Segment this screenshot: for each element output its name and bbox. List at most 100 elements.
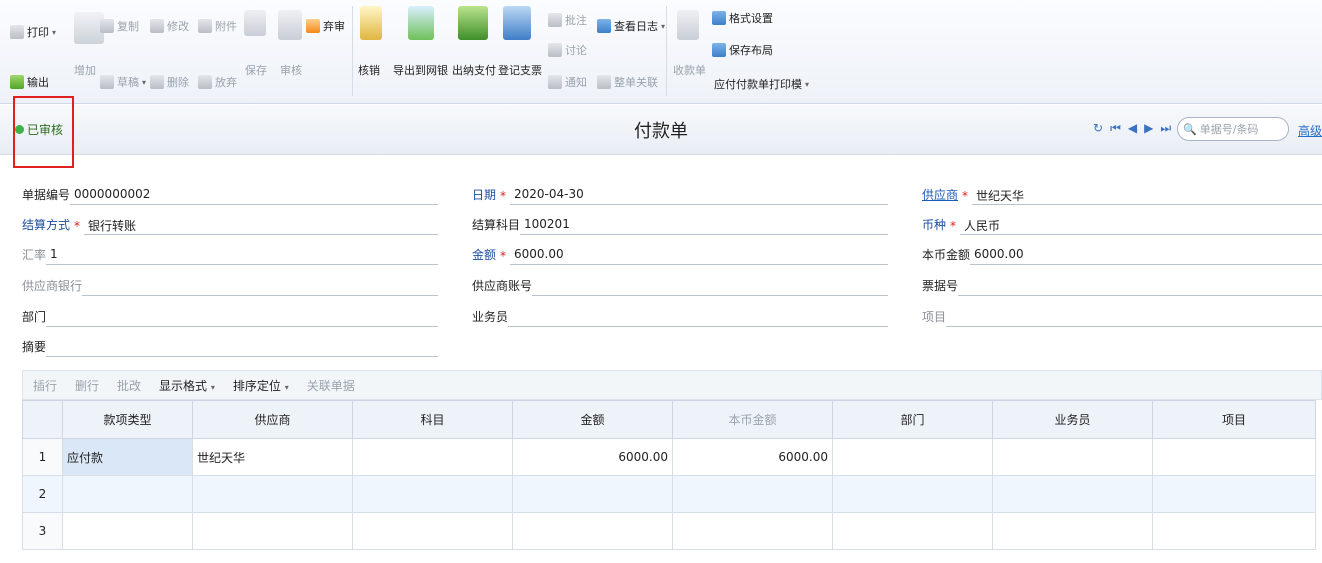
- bill-no-input[interactable]: [958, 276, 1322, 296]
- table-row[interactable]: 2: [22, 475, 1316, 513]
- amount-input[interactable]: 6000.00: [510, 245, 888, 265]
- previous-record-icon[interactable]: ◀: [1128, 121, 1137, 136]
- column-header[interactable]: 金额: [512, 400, 673, 439]
- advanced-search-link[interactable]: 高级: [1298, 122, 1322, 139]
- table-cell[interactable]: [992, 475, 1153, 513]
- table-cell[interactable]: [62, 512, 193, 550]
- first-record-icon[interactable]: ⏮: [1110, 121, 1121, 136]
- layout-icon: [712, 43, 726, 57]
- insert-row-button[interactable]: 插行: [33, 377, 57, 394]
- row-number-header: [22, 400, 63, 439]
- sort-locate-button[interactable]: 排序定位 ▾: [233, 377, 289, 394]
- table-cell[interactable]: [672, 475, 833, 513]
- table-cell[interactable]: [1152, 475, 1316, 513]
- table-cell[interactable]: 6000.00: [512, 438, 673, 476]
- salesman-input[interactable]: [508, 307, 888, 327]
- table-cell[interactable]: [192, 475, 353, 513]
- date-input[interactable]: 2020-04-30: [510, 185, 888, 205]
- search-input[interactable]: [1199, 122, 1284, 136]
- refresh-icon[interactable]: ↻: [1093, 121, 1103, 136]
- linked-docs-button[interactable]: 关联单据: [307, 377, 355, 394]
- print-template-select[interactable]: 应付付款单打印模 ▾: [714, 76, 809, 92]
- receipt-button[interactable]: 收款单: [673, 62, 706, 78]
- view-log-button[interactable]: 查看日志 ▾: [597, 18, 665, 34]
- rate-input[interactable]: 1: [46, 245, 438, 265]
- table-cell[interactable]: [352, 438, 513, 476]
- doc-no-input[interactable]: 0000000002: [70, 185, 438, 205]
- table-row[interactable]: 1 应付款 世纪天华 6000.00 6000.00: [22, 438, 1316, 476]
- display-format-button[interactable]: 显示格式 ▾: [159, 377, 215, 394]
- table-cell[interactable]: [352, 475, 513, 513]
- add-button[interactable]: 增加: [74, 62, 96, 78]
- table-cell[interactable]: [832, 512, 993, 550]
- column-header[interactable]: 供应商: [192, 400, 353, 439]
- save-button[interactable]: 保存: [245, 62, 267, 78]
- table-cell[interactable]: [832, 438, 993, 476]
- supplier-account-input[interactable]: [532, 276, 888, 296]
- export-button[interactable]: 输出: [10, 74, 49, 90]
- notify-button[interactable]: 通知: [548, 74, 587, 90]
- project-input[interactable]: [946, 307, 1322, 327]
- discuss-button[interactable]: 讨论: [548, 42, 587, 58]
- table-cell[interactable]: 应付款: [62, 438, 193, 476]
- abandon-button[interactable]: 放弃: [198, 74, 237, 90]
- table-cell[interactable]: [62, 475, 193, 513]
- format-settings-button[interactable]: 格式设置: [712, 10, 773, 26]
- register-check-button[interactable]: 登记支票: [498, 62, 542, 78]
- delete-button[interactable]: 删除: [150, 74, 189, 90]
- summary-input[interactable]: [46, 337, 438, 357]
- cashier-pay-button[interactable]: 出纳支付: [452, 62, 496, 78]
- table-cell[interactable]: 世纪天华: [192, 438, 353, 476]
- print-button[interactable]: 打印 ▾: [10, 24, 56, 40]
- column-header[interactable]: 本币金额: [672, 400, 833, 439]
- whole-link-button[interactable]: 整单关联: [597, 74, 658, 90]
- currency-input[interactable]: 人民币: [960, 215, 1322, 235]
- column-header[interactable]: 业务员: [992, 400, 1153, 439]
- grid-toolbar: 插行 删行 批改 显示格式 ▾ 排序定位 ▾ 关联单据: [22, 370, 1322, 400]
- settle-method-input[interactable]: 银行转账: [84, 215, 438, 235]
- draft-button[interactable]: 草稿 ▾: [100, 74, 146, 90]
- column-header[interactable]: 项目: [1152, 400, 1316, 439]
- table-cell[interactable]: [512, 475, 673, 513]
- reject-audit-button[interactable]: 弃审: [306, 18, 345, 34]
- table-cell[interactable]: [992, 512, 1153, 550]
- table-cell[interactable]: [352, 512, 513, 550]
- department-input[interactable]: [46, 307, 438, 327]
- last-record-icon[interactable]: ⏭: [1160, 121, 1171, 136]
- table-cell[interactable]: [672, 512, 833, 550]
- annotate-button[interactable]: 批注: [548, 12, 587, 28]
- table-cell[interactable]: [992, 438, 1153, 476]
- table-cell[interactable]: [832, 475, 993, 513]
- save-layout-button[interactable]: 保存布局: [712, 42, 773, 58]
- table-row[interactable]: 3: [22, 512, 1316, 550]
- supplier-link[interactable]: 供应商: [922, 186, 958, 205]
- next-record-icon[interactable]: ▶: [1144, 121, 1153, 136]
- local-amount-input[interactable]: 6000.00: [970, 245, 1322, 265]
- verify-button[interactable]: 核销: [358, 62, 380, 78]
- table-cell[interactable]: [1152, 512, 1316, 550]
- column-header[interactable]: 款项类型: [62, 400, 193, 439]
- export-bank-button[interactable]: 导出到网银: [393, 62, 448, 78]
- batch-edit-button[interactable]: 批改: [117, 377, 141, 394]
- table-cell[interactable]: [192, 512, 353, 550]
- receipt-icon: [677, 10, 699, 40]
- local-amount-field: 本币金额 6000.00: [922, 245, 1322, 265]
- column-header[interactable]: 科目: [352, 400, 513, 439]
- column-header[interactable]: 部门: [832, 400, 993, 439]
- audit-button[interactable]: 审核: [280, 62, 302, 78]
- copy-button[interactable]: 复制: [100, 18, 139, 34]
- table-cell[interactable]: 6000.00: [672, 438, 833, 476]
- copy-icon: [100, 19, 114, 33]
- supplier-bank-input[interactable]: [82, 276, 438, 296]
- cash-icon: [458, 6, 488, 40]
- date-field: 日期 * 2020-04-30: [472, 185, 888, 205]
- table-cell[interactable]: [1152, 438, 1316, 476]
- settle-account-input[interactable]: 100201: [520, 215, 888, 235]
- delete-row-button[interactable]: 删行: [75, 377, 99, 394]
- table-cell[interactable]: [512, 512, 673, 550]
- supplier-input[interactable]: 世纪天华: [972, 185, 1322, 205]
- doc-no-field: 单据编号 0000000002: [22, 185, 438, 205]
- export-bank-icon: [408, 6, 434, 40]
- edit-button[interactable]: 修改: [150, 18, 189, 34]
- attach-button[interactable]: 附件: [198, 18, 237, 34]
